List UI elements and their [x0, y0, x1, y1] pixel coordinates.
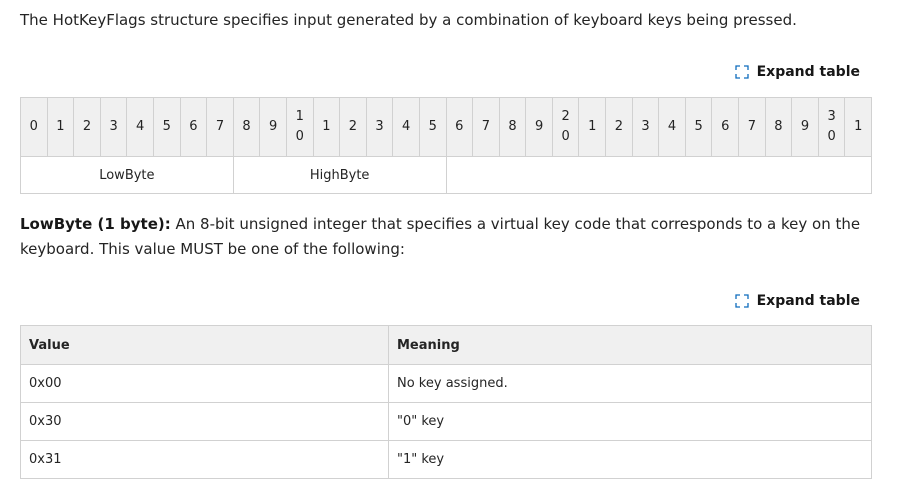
bit-number-cell: 6 — [445, 97, 474, 157]
bit-ones-digit: 0 — [295, 129, 304, 144]
bit-number-cell: 5 — [684, 97, 713, 157]
field-name: LowByte (1 byte): — [20, 215, 171, 233]
expand-icon — [734, 294, 749, 308]
bit-number-cell: 6 — [711, 97, 740, 157]
bit-number-cell: 20 — [551, 97, 580, 157]
expand-table-button[interactable]: Expand table — [734, 293, 860, 309]
bit-number-cell: 3 — [631, 97, 660, 157]
bit-ones-digit: 1 — [56, 119, 65, 134]
bit-ones-digit: 2 — [82, 119, 92, 134]
bit-ones-digit: 8 — [508, 119, 517, 134]
bit-ones-digit: 6 — [189, 119, 198, 134]
expand-table-button[interactable]: Expand table — [734, 64, 860, 80]
bit-ones-digit: 7 — [481, 119, 491, 134]
bit-field-cell — [445, 156, 872, 194]
bit-number-cell: 7 — [472, 97, 500, 157]
bit-number-cell: 5 — [418, 97, 447, 157]
bit-number-cell: 1 — [578, 97, 607, 157]
bit-ones-digit: 3 — [375, 119, 384, 134]
bit-ones-digit: 7 — [747, 119, 756, 134]
bit-ones-digit: 5 — [162, 119, 171, 134]
meaning-cell: "0" key — [388, 402, 872, 441]
bit-number-cell: 10 — [285, 97, 314, 157]
bit-header-row: 01234567891012345678920123456789301 — [20, 97, 872, 157]
bit-ones-digit: 9 — [534, 119, 544, 134]
column-header-value: Value — [20, 325, 389, 365]
bit-number-cell: 4 — [658, 97, 686, 157]
bit-ones-digit: 1 — [854, 119, 863, 134]
bit-ones-digit: 9 — [269, 119, 278, 134]
bit-ones-digit: 7 — [215, 119, 225, 134]
bit-ones-digit: 4 — [136, 119, 145, 134]
lowbyte-description: LowByte (1 byte): An 8-bit unsigned inte… — [20, 212, 880, 262]
bit-number-cell: 4 — [392, 97, 420, 157]
bit-ones-digit: 0 — [827, 129, 836, 144]
bit-ones-digit: 6 — [721, 119, 730, 134]
bit-number-cell: 9 — [259, 97, 287, 157]
bit-number-cell: 8 — [232, 97, 261, 157]
bit-ones-digit: 5 — [428, 119, 437, 134]
bit-ones-digit: 2 — [348, 119, 358, 134]
expand-table-label: Expand table — [756, 64, 860, 80]
bit-ones-digit: 1 — [588, 119, 597, 134]
bit-tens-digit: 3 — [827, 109, 836, 124]
meaning-cell: No key assigned. — [388, 364, 872, 403]
bit-number-cell: 8 — [498, 97, 527, 157]
bit-number-cell: 4 — [126, 97, 154, 157]
bit-number-cell: 5 — [152, 97, 181, 157]
bit-ones-digit: 0 — [29, 119, 38, 134]
bit-number-cell: 9 — [525, 97, 553, 157]
bit-ones-digit: 6 — [455, 119, 464, 134]
intro-text: The HotKeyFlags structure specifies inpu… — [20, 11, 797, 29]
bit-diagram-table: 01234567891012345678920123456789301 LowB… — [20, 97, 872, 194]
bit-field-cell: HighByte — [232, 156, 447, 194]
bit-ones-digit: 3 — [109, 119, 118, 134]
bit-number-cell: 1 — [312, 97, 341, 157]
bit-ones-digit: 2 — [614, 119, 623, 134]
bit-field-cell: LowByte — [20, 156, 234, 194]
bit-ones-digit: 3 — [641, 119, 650, 134]
bit-tens-digit: 2 — [561, 109, 570, 124]
values-table: Value Meaning 0x00 No key assigned. 0x30 "0… — [20, 325, 872, 479]
bit-ones-digit: 1 — [322, 119, 331, 134]
bit-number-cell: 0 — [20, 97, 48, 157]
bit-ones-digit: 4 — [667, 119, 677, 134]
bit-tens-digit: 1 — [295, 109, 304, 124]
column-header-meaning: Meaning — [388, 325, 872, 365]
bit-number-cell: 2 — [339, 97, 367, 157]
bit-number-cell: 9 — [791, 97, 819, 157]
bit-ones-digit: 8 — [774, 119, 783, 134]
bit-number-cell: 3 — [365, 97, 394, 157]
bit-number-cell: 6 — [179, 97, 208, 157]
bit-number-cell: 2 — [73, 97, 101, 157]
bit-number-cell: 2 — [605, 97, 633, 157]
expand-icon — [734, 65, 749, 79]
bit-number-cell: 7 — [206, 97, 234, 157]
bit-number-cell: 30 — [817, 97, 846, 157]
table-row: 0x30 "0" key — [20, 402, 872, 441]
table-row: 0x00 No key assigned. — [20, 364, 872, 403]
bit-number-cell: 7 — [738, 97, 766, 157]
bit-ones-digit: 5 — [694, 119, 703, 134]
bit-ones-digit: 0 — [561, 129, 570, 144]
value-cell: 0x00 — [20, 364, 389, 403]
bit-number-cell: 1 — [844, 97, 872, 157]
expand-table-label: Expand table — [756, 293, 860, 309]
bit-ones-digit: 9 — [800, 119, 810, 134]
bit-ones-digit: 4 — [401, 119, 411, 134]
bit-number-cell: 8 — [764, 97, 793, 157]
bit-field-row: LowByte HighByte — [20, 156, 872, 194]
bit-ones-digit: 8 — [242, 119, 251, 134]
values-table-header: Value Meaning — [20, 325, 872, 365]
bit-number-cell: 3 — [99, 97, 128, 157]
bit-number-cell: 1 — [46, 97, 75, 157]
value-cell: 0x30 — [20, 402, 389, 441]
